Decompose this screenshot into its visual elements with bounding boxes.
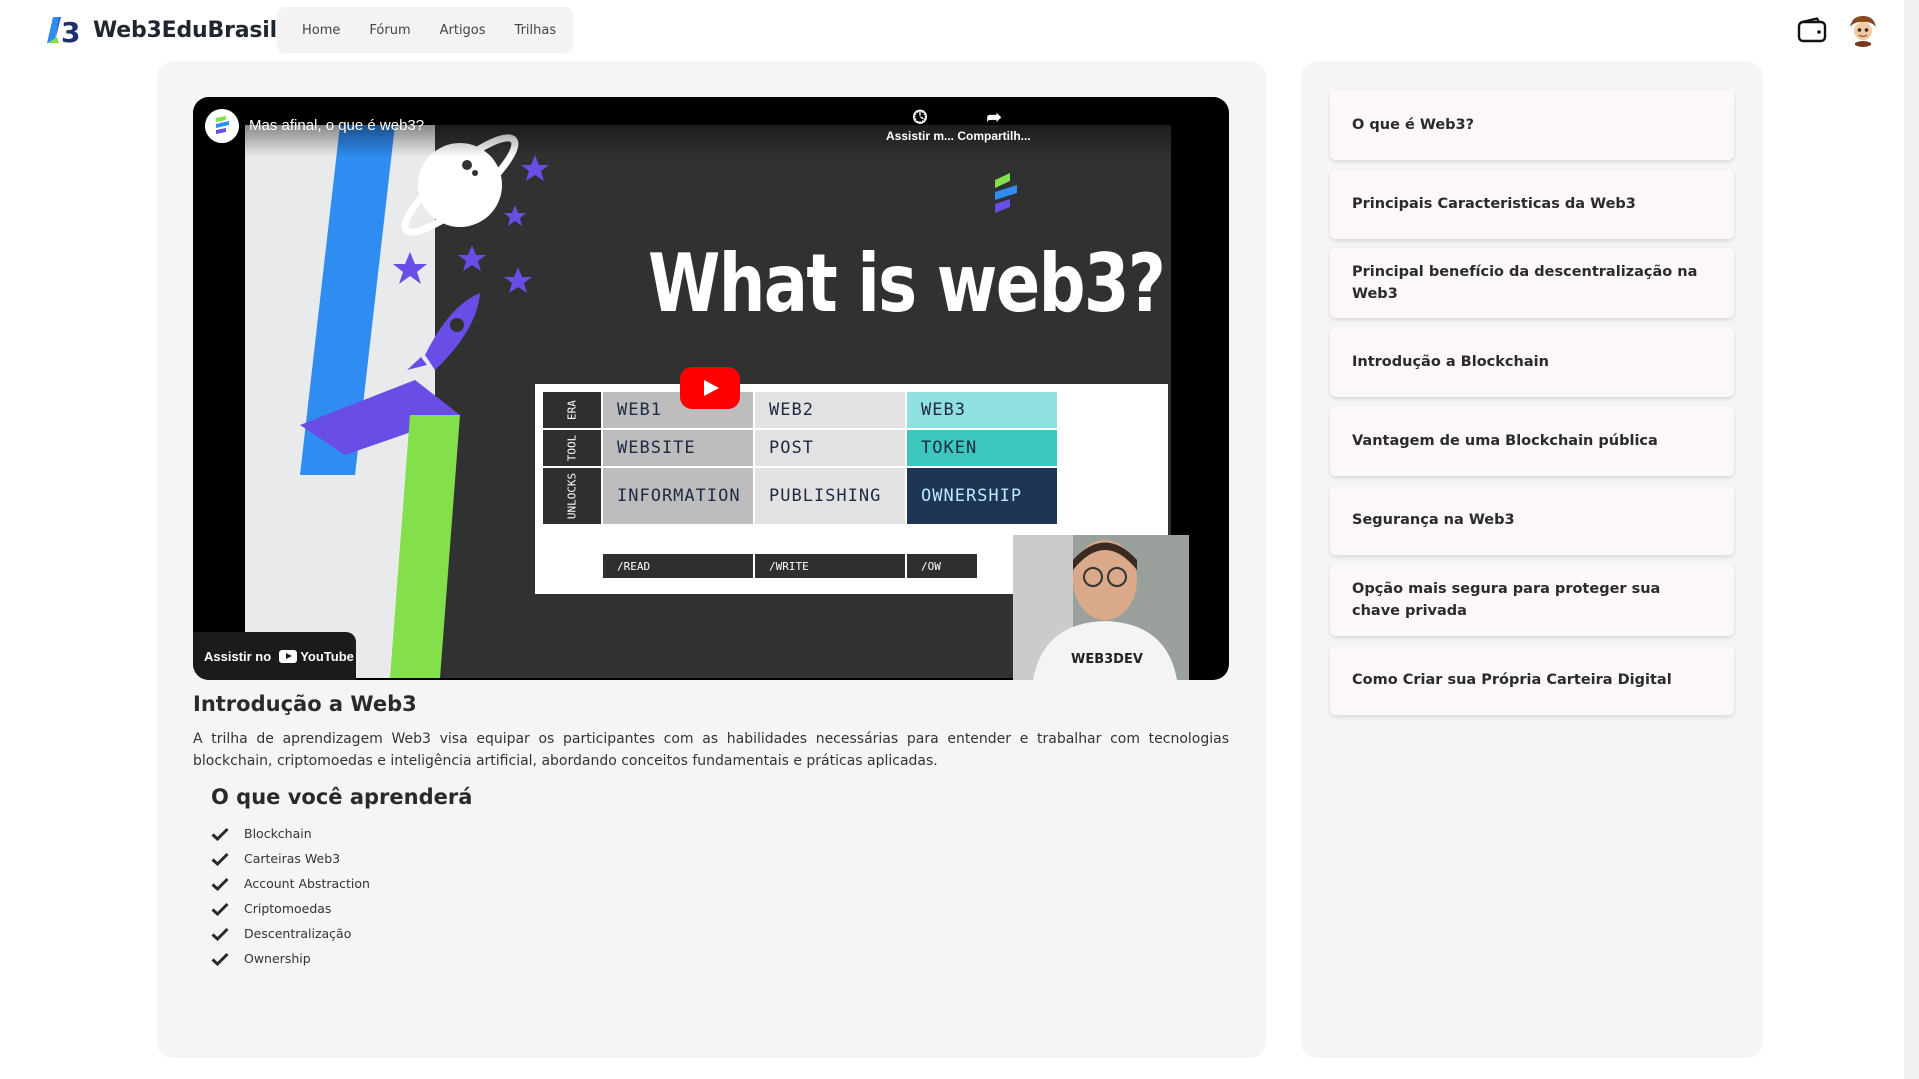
list-item: Criptomoedas (211, 896, 370, 921)
svg-text:3: 3 (61, 16, 80, 47)
cell-web3-era: WEB3 (907, 392, 1057, 428)
presenter-image: WEB3DEV (1013, 535, 1189, 680)
clock-icon: 🕓︎ (912, 107, 928, 127)
learn-list: Blockchain Carteiras Web3 Account Abstra… (211, 821, 370, 971)
course-description: A trilha de aprendizagem Web3 visa equip… (193, 731, 1229, 769)
main-nav: Home Fórum Artigos Trilhas (277, 7, 573, 53)
list-item: Account Abstraction (211, 871, 370, 896)
page-scrollbar[interactable] (1904, 0, 1919, 1079)
list-item: Descentralização (211, 921, 370, 946)
row-label-era: ERA (543, 392, 601, 428)
topic-item[interactable]: Opção mais segura para proteger sua chav… (1330, 564, 1734, 636)
cell-web3-tool: TOKEN (907, 430, 1057, 466)
watch-on-youtube-link[interactable]: Assistir no YouTube (193, 632, 356, 680)
footer-own: /OW (907, 554, 977, 578)
youtube-logo-icon: YouTube (279, 649, 354, 664)
channel-avatar-icon[interactable] (205, 109, 239, 143)
footer-read: /READ (603, 554, 753, 578)
footer-write: /WRITE (755, 554, 905, 578)
check-icon (211, 877, 229, 891)
check-icon (211, 827, 229, 841)
cell-web1-tool: WEBSITE (603, 430, 753, 466)
topic-item[interactable]: Segurança na Web3 (1330, 485, 1734, 555)
logo-icon: 3 (47, 16, 80, 47)
cell-web2-era: WEB2 (755, 392, 905, 428)
video-player[interactable]: What is web3? ERA TOOL UNLOCKS WEB1 WEB2… (193, 97, 1229, 680)
watch-on-label: Assistir no (204, 648, 272, 664)
share-icon: ➦ (986, 107, 1002, 127)
watch-later-button[interactable]: 🕓︎ Assistir m... (880, 105, 960, 143)
row-label-tool: TOOL (543, 430, 601, 466)
list-item: Ownership (211, 946, 370, 971)
check-icon (211, 902, 229, 916)
list-item: Carteiras Web3 (211, 846, 370, 871)
topic-item[interactable]: O que é Web3? (1330, 90, 1734, 160)
cell-web2-tool: POST (755, 430, 905, 466)
cell-web3-unlocks: OWNERSHIP (907, 468, 1057, 524)
topic-item[interactable]: Principal benefício da descentralização … (1330, 248, 1734, 318)
topic-item[interactable]: Vantagem de uma Blockchain pública (1330, 406, 1734, 476)
topic-item[interactable]: Como Criar sua Própria Carteira Digital (1330, 645, 1734, 715)
avatar-icon[interactable] (1846, 13, 1880, 47)
cell-web2-unlocks: PUBLISHING (755, 468, 905, 524)
check-icon (211, 952, 229, 966)
nav-home[interactable]: Home (302, 23, 340, 38)
shirt-text: WEB3DEV (1071, 652, 1143, 667)
row-label-unlocks: UNLOCKS (543, 468, 601, 524)
share-label: Compartilh... (957, 129, 1031, 143)
list-item: Blockchain (211, 821, 370, 846)
brand-name: Web3EduBrasil (93, 17, 277, 43)
check-icon (211, 927, 229, 941)
wallet-icon[interactable] (1797, 17, 1827, 43)
slide-headline: What is web3? (648, 237, 1166, 330)
course-title: Introdução a Web3 (193, 692, 417, 716)
nav-artigos[interactable]: Artigos (440, 23, 486, 38)
webcam-overlay: WEB3DEV (1013, 535, 1189, 680)
brand-logo[interactable]: 3 Web3EduBrasil (45, 13, 277, 47)
topic-item[interactable]: Principais Caracteristicas da Web3 (1330, 169, 1734, 239)
play-button[interactable] (680, 367, 740, 409)
nav-trilhas[interactable]: Trilhas (515, 23, 557, 38)
check-icon (211, 852, 229, 866)
cell-web1-unlocks: INFORMATION (603, 468, 753, 524)
share-button[interactable]: ➦ Compartilh... (954, 105, 1034, 143)
watch-later-label: Assistir m... (885, 129, 955, 143)
topic-item[interactable]: Introdução a Blockchain (1330, 327, 1734, 397)
learn-title: O que você aprenderá (211, 785, 473, 809)
video-title[interactable]: Mas afinal, o que é web3? (249, 117, 424, 134)
nav-forum[interactable]: Fórum (369, 23, 410, 38)
